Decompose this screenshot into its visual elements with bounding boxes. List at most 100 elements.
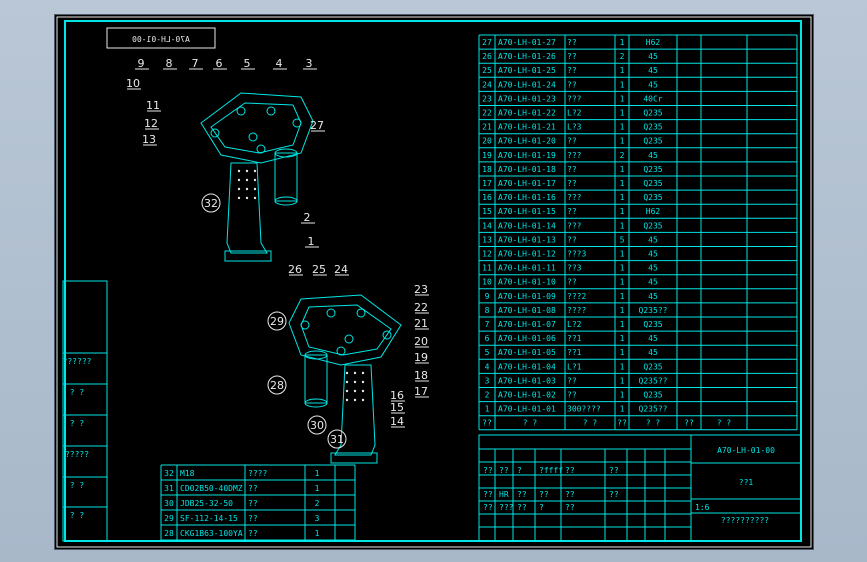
lower-part-qty: 2	[315, 499, 320, 508]
part-number: 6	[485, 334, 490, 343]
bolt-hole	[353, 389, 357, 393]
part-qty: 1	[620, 292, 625, 301]
lower-part-name: ??	[248, 529, 258, 538]
part-material: Q235	[643, 165, 662, 174]
part-material: Q235	[643, 179, 662, 188]
title-row1-text: ??	[609, 466, 619, 475]
bolt-hole	[345, 371, 349, 375]
part-material: 45	[648, 278, 658, 287]
side-box-text: ??????	[63, 357, 92, 366]
part-code: A70-LH-01-14	[498, 221, 556, 230]
part-name: ??	[567, 52, 577, 61]
part-material: 45	[648, 334, 658, 343]
scale-note: 1:6	[695, 503, 710, 512]
part-number: 23	[482, 94, 492, 103]
part-name: ????	[567, 306, 586, 315]
part-number: 3	[485, 376, 490, 385]
callout-number: 24	[334, 263, 348, 276]
parts-header-label: ? ?	[717, 419, 732, 428]
side-strip	[62, 280, 108, 542]
part-code: A70-LH-01-15	[498, 207, 556, 216]
part-qty: 1	[620, 348, 625, 357]
callout-number: 31	[330, 433, 344, 446]
bolt-hole	[353, 380, 357, 384]
bolt-hole	[361, 371, 365, 375]
lower-part-name: ??	[248, 499, 258, 508]
bolt-hole	[237, 187, 241, 191]
side-box-text: ? ?	[70, 511, 85, 520]
part-number: 7	[485, 320, 490, 329]
lower-part-code: SF-112-14-15	[180, 514, 238, 523]
callouts: 12345678910111213141516 17181920212223242…	[126, 57, 429, 449]
part-number: 17	[482, 179, 492, 188]
part-qty: 1	[620, 391, 625, 400]
part-code: A70-LH-01-02	[498, 391, 556, 400]
part-material: H62	[646, 38, 661, 47]
part-number: 24	[482, 80, 492, 89]
part-material: 45	[648, 80, 658, 89]
lower-part-qty: 1	[315, 484, 320, 493]
mount-column	[226, 162, 268, 254]
pivot-pin	[256, 144, 266, 154]
part-number: 22	[482, 109, 492, 118]
part-qty: 2	[620, 151, 625, 160]
callout-number: 11	[146, 99, 160, 112]
bolt-hole	[345, 389, 349, 393]
part-material: Q235??	[639, 306, 668, 315]
lower-part-code: CD02B50-40DMZ	[180, 484, 243, 493]
bolt-hole	[253, 169, 257, 173]
bolt-hole	[245, 187, 249, 191]
part-qty: 1	[620, 94, 625, 103]
part-material: H62	[646, 207, 661, 216]
part-name: ??	[567, 165, 577, 174]
part-code: A70-LH-01-12	[498, 250, 556, 259]
part-name: ??1	[567, 334, 582, 343]
callout-number: 2	[304, 211, 311, 224]
title-name: ??1	[739, 478, 754, 487]
part-number: 16	[482, 193, 492, 202]
part-code: A70-LH-01-07	[498, 320, 556, 329]
part-qty: 1	[620, 179, 625, 188]
part-material: 45	[648, 348, 658, 357]
pivot-pin	[344, 334, 354, 344]
pivot-pin	[292, 118, 302, 128]
bolt-hole	[245, 196, 249, 200]
parts-header-label: ??	[482, 419, 492, 428]
part-number: 19	[482, 151, 492, 160]
callout-number: 28	[270, 379, 284, 392]
lower-part-number: 32	[164, 469, 174, 478]
drawing-sheet: A70-LH-01-00 27 A70-LH-01-27?? 1 H62 26 A70-LH…	[54, 14, 814, 550]
bolt-hole	[353, 371, 357, 375]
title-row3-text: ??	[517, 503, 527, 512]
part-material: 45	[648, 52, 658, 61]
part-code: A70-LH-01-08	[498, 306, 556, 315]
part-number: 12	[482, 250, 492, 259]
part-material: 45	[648, 235, 658, 244]
part-number: 14	[482, 221, 492, 230]
lower-part-number: 28	[164, 529, 174, 538]
side-boxes: ?????? ? ? ? ?????? ? ? ? ?	[62, 280, 108, 542]
lower-part-qty: 3	[315, 514, 320, 523]
outer-border	[56, 16, 812, 548]
title-row2-text: ??	[539, 490, 549, 499]
part-qty: 1	[620, 264, 625, 273]
callout-number: 21	[414, 317, 428, 330]
bolt-hole	[345, 398, 349, 402]
part-number: 4	[485, 362, 490, 371]
callout-number: 16	[390, 389, 404, 402]
company-name: ??????????	[721, 516, 769, 525]
part-qty: 1	[620, 376, 625, 385]
pivot-pin	[356, 308, 366, 318]
part-outline	[304, 354, 328, 404]
part-code: A70-LH-01-19	[498, 151, 556, 160]
part-code: A70-LH-01-21	[498, 123, 556, 132]
part-number: 10	[482, 278, 492, 287]
bolt-hole	[361, 380, 365, 384]
pivot-pin	[266, 106, 276, 116]
part-qty: 1	[620, 278, 625, 287]
callout-number: 12	[144, 117, 158, 130]
callout-number: 8	[166, 57, 173, 70]
part-name: ??	[567, 38, 577, 47]
part-number: 9	[485, 292, 490, 301]
title-row2-text: ??	[483, 490, 493, 499]
